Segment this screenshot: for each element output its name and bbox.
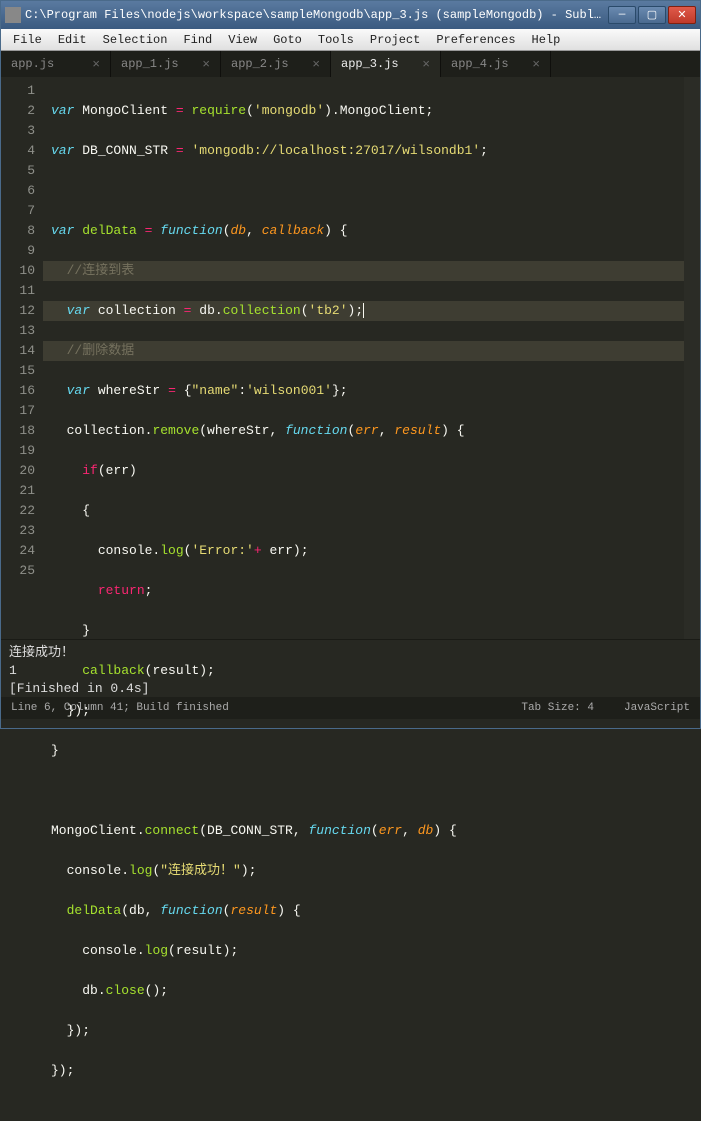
menu-edit[interactable]: Edit bbox=[50, 31, 95, 49]
tab-label: app_3.js bbox=[341, 57, 399, 71]
close-icon[interactable]: × bbox=[92, 57, 100, 72]
tab-app2[interactable]: app_2.js × bbox=[221, 51, 331, 77]
close-button[interactable]: ✕ bbox=[668, 6, 696, 24]
menu-help[interactable]: Help bbox=[524, 31, 569, 49]
close-icon[interactable]: × bbox=[422, 57, 430, 72]
editor[interactable]: 1234567891011121314151617181920212223242… bbox=[1, 77, 700, 639]
menu-find[interactable]: Find bbox=[175, 31, 220, 49]
tab-app3[interactable]: app_3.js × bbox=[331, 51, 441, 77]
titlebar: C:\Program Files\nodejs\workspace\sample… bbox=[1, 1, 700, 29]
tab-label: app_2.js bbox=[231, 57, 289, 71]
window-title: C:\Program Files\nodejs\workspace\sample… bbox=[25, 8, 606, 22]
tab-app[interactable]: app.js × bbox=[1, 51, 111, 77]
tab-label: app.js bbox=[11, 57, 54, 71]
menu-goto[interactable]: Goto bbox=[265, 31, 310, 49]
menu-file[interactable]: File bbox=[5, 31, 50, 49]
maximize-button[interactable]: ▢ bbox=[638, 6, 666, 24]
close-icon[interactable]: × bbox=[202, 57, 210, 72]
code-area[interactable]: var MongoClient = require('mongodb').Mon… bbox=[43, 77, 684, 639]
menu-tools[interactable]: Tools bbox=[310, 31, 362, 49]
line-gutter: 1234567891011121314151617181920212223242… bbox=[1, 77, 43, 639]
menubar: File Edit Selection Find View Goto Tools… bbox=[1, 29, 700, 51]
menu-project[interactable]: Project bbox=[362, 31, 428, 49]
app-icon bbox=[5, 7, 21, 23]
close-icon[interactable]: × bbox=[312, 57, 320, 72]
tab-label: app_4.js bbox=[451, 57, 509, 71]
minimize-button[interactable]: — bbox=[608, 6, 636, 24]
tab-app4[interactable]: app_4.js × bbox=[441, 51, 551, 77]
close-icon[interactable]: × bbox=[532, 57, 540, 72]
menu-preferences[interactable]: Preferences bbox=[428, 31, 523, 49]
minimap[interactable] bbox=[684, 77, 700, 639]
menu-selection[interactable]: Selection bbox=[95, 31, 176, 49]
window-buttons: — ▢ ✕ bbox=[606, 6, 696, 24]
menu-view[interactable]: View bbox=[220, 31, 265, 49]
tab-app1[interactable]: app_1.js × bbox=[111, 51, 221, 77]
tab-bar: app.js × app_1.js × app_2.js × app_3.js × ap… bbox=[1, 51, 700, 77]
tab-label: app_1.js bbox=[121, 57, 179, 71]
